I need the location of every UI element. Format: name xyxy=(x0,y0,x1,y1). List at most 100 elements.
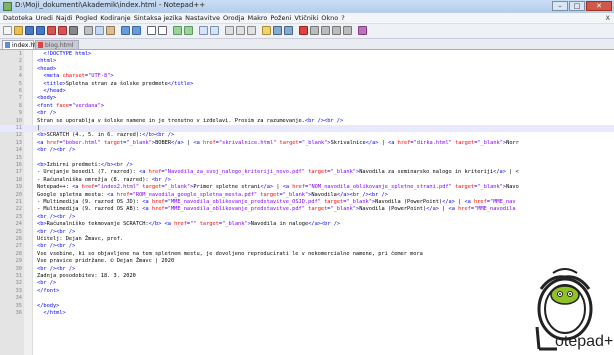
menu-item-najdi[interactable]: Najdi xyxy=(56,13,73,23)
menu-item-help[interactable]: ? xyxy=(341,13,344,23)
save-all-icon[interactable] xyxy=(36,26,45,35)
code-text: </head> xyxy=(43,88,66,94)
menu-item-pozeni[interactable]: Poženi xyxy=(270,13,291,23)
code-line[interactable]: 20 Google spletna mesta: <a href="ROM_nav… xyxy=(0,192,614,199)
word-wrap-icon[interactable] xyxy=(225,26,234,35)
menu-item-datoteka[interactable]: Datoteka xyxy=(3,13,33,23)
file-icon xyxy=(5,42,10,48)
line-number: 30 xyxy=(15,265,22,272)
line-number: 4 xyxy=(18,73,22,80)
maximize-button[interactable]: □ xyxy=(569,1,585,11)
sync-vertical-icon[interactable] xyxy=(199,26,208,35)
code-text: <!DOCTYPE html> xyxy=(43,51,92,57)
open-folder-icon[interactable] xyxy=(14,26,23,35)
menu-item-uredi[interactable]: Uredi xyxy=(36,13,53,23)
code-line[interactable]: 13 <a href="bober.html" target="_blank">B… xyxy=(0,140,614,147)
code-line[interactable]: 16 <b>Izbirni predmeti:</b><br /> xyxy=(0,162,614,169)
menu-item-orodja[interactable]: Orodja xyxy=(223,13,245,23)
menu-item-kodiranje[interactable]: Kodiranje xyxy=(100,13,130,23)
zoom-out-icon[interactable] xyxy=(184,26,193,35)
code-line[interactable]: 14 <br /><br /> xyxy=(0,147,614,154)
code-line[interactable]: 21 - Multimedija (9. razred OS JD): <a hr… xyxy=(0,199,614,206)
record-macro-icon[interactable] xyxy=(299,26,308,35)
code-line[interactable]: 27 <br /><br /> xyxy=(0,243,614,250)
code-line[interactable]: 25 <br /><br /> xyxy=(0,229,614,236)
code-text: - Urejanje besedil (7. razred): <a href=… xyxy=(37,169,519,176)
find-icon[interactable] xyxy=(147,26,156,35)
line-number: 18 xyxy=(15,176,22,183)
paste-icon[interactable] xyxy=(106,26,115,35)
redo-icon[interactable] xyxy=(132,26,141,35)
menu-item-nastavitve[interactable]: Nastavitve xyxy=(185,13,220,23)
doc-map-icon[interactable] xyxy=(273,26,282,35)
line-number: 7 xyxy=(18,95,22,102)
code-line[interactable]: 7 <body> xyxy=(0,95,614,102)
code-line[interactable]: 22 - Multimedija (9. razred OS AB): <a hr… xyxy=(0,206,614,213)
code-line[interactable]: 10 Stran se uporablja v šolske namene in … xyxy=(0,118,614,125)
stop-macro-icon[interactable] xyxy=(310,26,319,35)
close-document-button[interactable]: X xyxy=(606,13,610,23)
show-all-chars-icon[interactable] xyxy=(236,26,245,35)
code-text: </body> xyxy=(37,302,60,309)
new-file-icon[interactable] xyxy=(3,26,12,35)
code-text: <meta charset="UTF-8"> xyxy=(43,73,114,80)
minimize-button[interactable]: – xyxy=(552,1,568,11)
code-line[interactable]: 2 <html> xyxy=(0,58,614,65)
code-text: <html> xyxy=(37,58,57,65)
code-line[interactable]: 3 <head> xyxy=(0,66,614,73)
replace-icon[interactable] xyxy=(158,26,167,35)
menu-item-sintaksa[interactable]: Sintaksa jezika xyxy=(134,13,182,23)
code-line[interactable]: 9 <br /> xyxy=(0,110,614,117)
indent-guide-icon[interactable] xyxy=(247,26,256,35)
undo-icon[interactable] xyxy=(121,26,130,35)
code-line[interactable]: 17 - Urejanje besedil (7. razred): <a hre… xyxy=(0,169,614,176)
code-line[interactable]: 24 <b>Računalniško tekmovanje SCRATCH:</b… xyxy=(0,221,614,228)
save-macro-icon[interactable] xyxy=(343,26,352,35)
code-text: Vse pravice pridržane. © Dejan Žmavc | 2… xyxy=(37,258,175,265)
close-button[interactable]: ✕ xyxy=(586,1,612,11)
close-file-icon[interactable] xyxy=(47,26,56,35)
run-macro-multiple-icon[interactable] xyxy=(332,26,341,35)
tab-bar: index.html blog.html xyxy=(0,39,614,50)
code-line[interactable]: 11 | xyxy=(0,125,614,133)
code-text: <title>Spletna stran za šolske predmete<… xyxy=(43,80,194,87)
line-number: 19 xyxy=(15,184,22,191)
code-line[interactable]: 6 </head> xyxy=(0,88,614,95)
file-modified-icon xyxy=(38,42,43,48)
sync-horizontal-icon[interactable] xyxy=(210,26,219,35)
menu-bar: Datoteka Uredi Najdi Pogled Kodiranje Si… xyxy=(0,13,614,24)
code-line[interactable]: 26 Učitelj: Dejan Žmavc, prof. xyxy=(0,236,614,243)
close-all-icon[interactable] xyxy=(58,26,67,35)
function-list-icon[interactable] xyxy=(284,26,293,35)
line-number: 22 xyxy=(15,206,22,213)
code-text: Zadnja posodobitev: 18. 3. 2020 xyxy=(37,273,136,279)
line-number: 29 xyxy=(15,258,22,265)
play-macro-icon[interactable] xyxy=(321,26,330,35)
copy-icon[interactable] xyxy=(95,26,104,35)
menu-item-okno[interactable]: Okno xyxy=(321,13,338,23)
code-line[interactable]: 29 Vse pravice pridržane. © Dejan Žmavc |… xyxy=(0,258,614,265)
code-line[interactable]: 4 <meta charset="UTF-8"> xyxy=(0,73,614,80)
code-line[interactable]: 8 <font face="verdana"> xyxy=(0,103,614,110)
tab-index-html[interactable]: index.html xyxy=(2,40,44,49)
code-line[interactable]: 18 - Računalniška omrežja (8. razred): <b… xyxy=(0,177,614,184)
save-icon[interactable] xyxy=(25,26,34,35)
cut-icon[interactable] xyxy=(84,26,93,35)
user-language-icon[interactable] xyxy=(262,26,271,35)
menu-item-makro[interactable]: Makro xyxy=(248,13,268,23)
print-icon[interactable] xyxy=(69,26,78,35)
code-line[interactable]: 1 <!DOCTYPE html> xyxy=(0,51,614,58)
tab-blog-html[interactable]: blog.html xyxy=(35,40,79,49)
zoom-in-icon[interactable] xyxy=(173,26,182,35)
code-text: <br /><br /> xyxy=(37,243,76,250)
code-line[interactable]: 12 <b>SCRATCH (4., 5. in 6. razred):</b><… xyxy=(0,132,614,139)
notepad-app-icon xyxy=(3,2,12,11)
line-number: 26 xyxy=(15,236,22,242)
menu-item-pogled[interactable]: Pogled xyxy=(76,13,98,23)
code-line[interactable]: 19 Notepad++: <a href="index2.html" targe… xyxy=(0,184,614,191)
code-line[interactable]: 5 <title>Spletna stran za šolske predmet… xyxy=(0,81,614,88)
code-line[interactable]: 15 xyxy=(0,155,614,162)
code-text: Stran se uporablja v šolske namene in je… xyxy=(37,117,344,124)
spell-check-icon[interactable] xyxy=(358,26,367,35)
menu-item-vticniki[interactable]: Vtičniki xyxy=(294,13,318,23)
